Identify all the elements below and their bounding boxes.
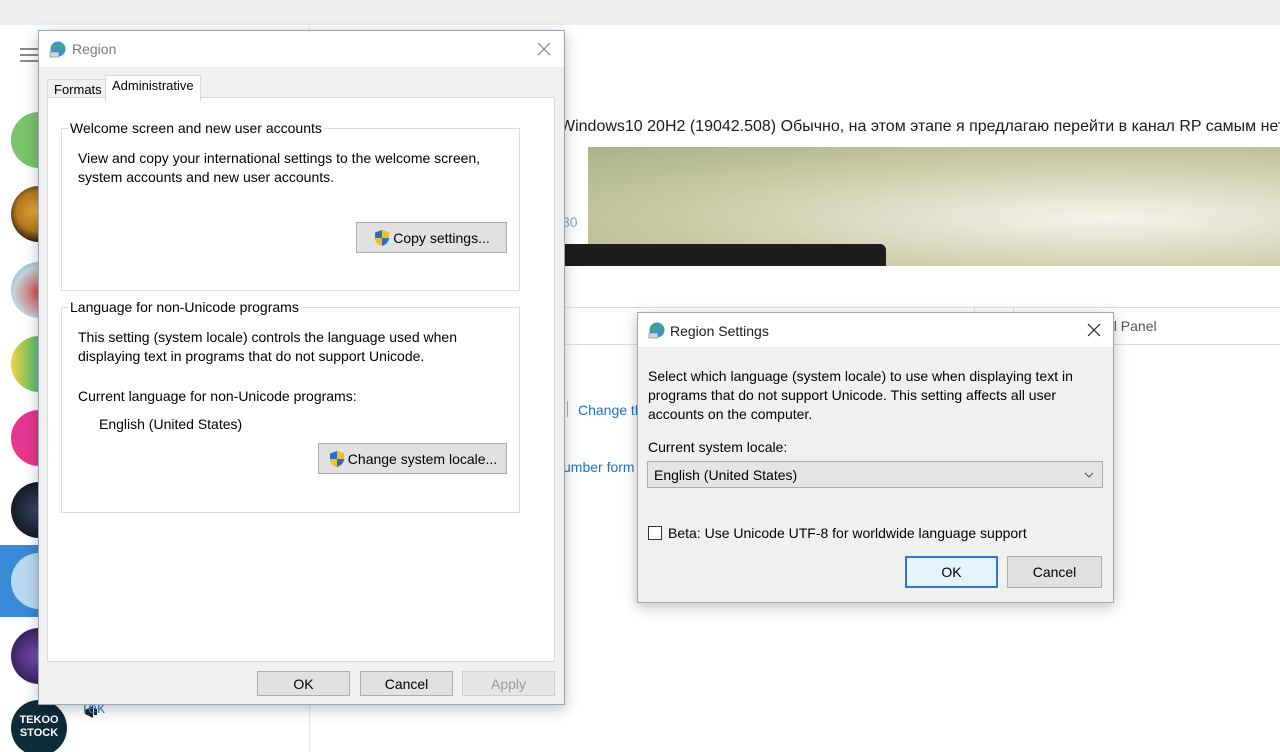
region-dialog: Region Formats Administrative Welcome sc… xyxy=(38,30,565,705)
tab-formats[interactable]: Formats xyxy=(47,79,109,99)
change-system-locale-label: Change system locale... xyxy=(347,450,498,467)
locale-description: Select which language (system locale) to… xyxy=(648,367,1073,424)
non-unicode-group: Language for non-Unicode programs This s… xyxy=(61,299,520,513)
group-description: displaying text in programs that do not … xyxy=(78,348,425,364)
region-settings-dialog: Region Settings Select which language (s… xyxy=(637,312,1114,603)
welcome-screen-group: Welcome screen and new user accounts Vie… xyxy=(61,120,520,291)
utf8-beta-checkbox[interactable] xyxy=(648,526,662,540)
app-top-bar xyxy=(0,0,1280,25)
globe-icon xyxy=(49,41,66,58)
group-description: This setting (system locale) controls th… xyxy=(78,329,457,345)
post-text: Windows10 20H2 (19042.508) Обычно, на эт… xyxy=(560,118,1280,135)
change-system-locale-button[interactable]: Change system locale... xyxy=(318,443,507,474)
avatar-text: TEKOO xyxy=(19,714,59,726)
uac-shield-icon xyxy=(329,450,344,467)
globe-icon xyxy=(648,322,665,339)
dialog-title: Region Settings xyxy=(670,323,769,339)
number-format-link[interactable]: umber form xyxy=(563,459,635,475)
close-icon[interactable] xyxy=(1086,322,1102,338)
uac-shield-icon xyxy=(375,229,390,246)
apply-button[interactable]: Apply xyxy=(462,671,555,696)
group-description: View and copy your international setting… xyxy=(78,150,481,166)
post-image-bar xyxy=(564,244,886,266)
current-language-label: Current language for non-Unicode program… xyxy=(78,388,357,404)
cancel-button[interactable]: Cancel xyxy=(360,671,453,696)
change-link[interactable]: Change th xyxy=(578,402,643,418)
administrative-panel: Welcome screen and new user accounts Vie… xyxy=(47,97,555,662)
group-label: Language for non-Unicode programs xyxy=(68,299,301,315)
copy-settings-label: Copy settings... xyxy=(393,229,490,246)
cancel-button[interactable]: Cancel xyxy=(1007,556,1102,588)
chevron-down-icon xyxy=(1084,472,1094,478)
description-line: programs that do not support Unicode. Th… xyxy=(648,387,1057,403)
divider xyxy=(567,401,568,417)
group-label: Welcome screen and new user accounts xyxy=(68,120,324,136)
region-title-bar[interactable]: Region xyxy=(39,31,564,67)
dialog-title: Region xyxy=(72,41,117,57)
avatar-text: STOCK xyxy=(19,727,59,739)
description-line: Select which language (system locale) to… xyxy=(648,368,1073,384)
avatar[interactable]: TEKOO STOCK xyxy=(11,700,67,752)
description-line: accounts on the computer. xyxy=(648,406,813,422)
copy-settings-button[interactable]: Copy settings... xyxy=(356,222,507,253)
current-language-value: English (United States) xyxy=(99,416,243,432)
selected-locale: English (United States) xyxy=(654,467,798,483)
tab-administrative[interactable]: Administrative xyxy=(105,75,201,101)
utf8-beta-label: Beta: Use Unicode UTF-8 for worldwide la… xyxy=(668,525,1027,541)
system-locale-select[interactable]: English (United States) xyxy=(647,461,1103,488)
locale-label: Current system locale: xyxy=(648,439,788,455)
region-settings-title-bar[interactable]: Region Settings xyxy=(638,313,1113,347)
menu-icon[interactable] xyxy=(20,48,40,62)
ok-button[interactable]: OK xyxy=(905,556,998,588)
group-description: system accounts and new user accounts. xyxy=(78,169,335,185)
close-icon[interactable] xyxy=(536,41,552,57)
ok-button[interactable]: OK xyxy=(257,671,350,696)
utf8-beta-option[interactable]: Beta: Use Unicode UTF-8 for worldwide la… xyxy=(648,525,1027,541)
